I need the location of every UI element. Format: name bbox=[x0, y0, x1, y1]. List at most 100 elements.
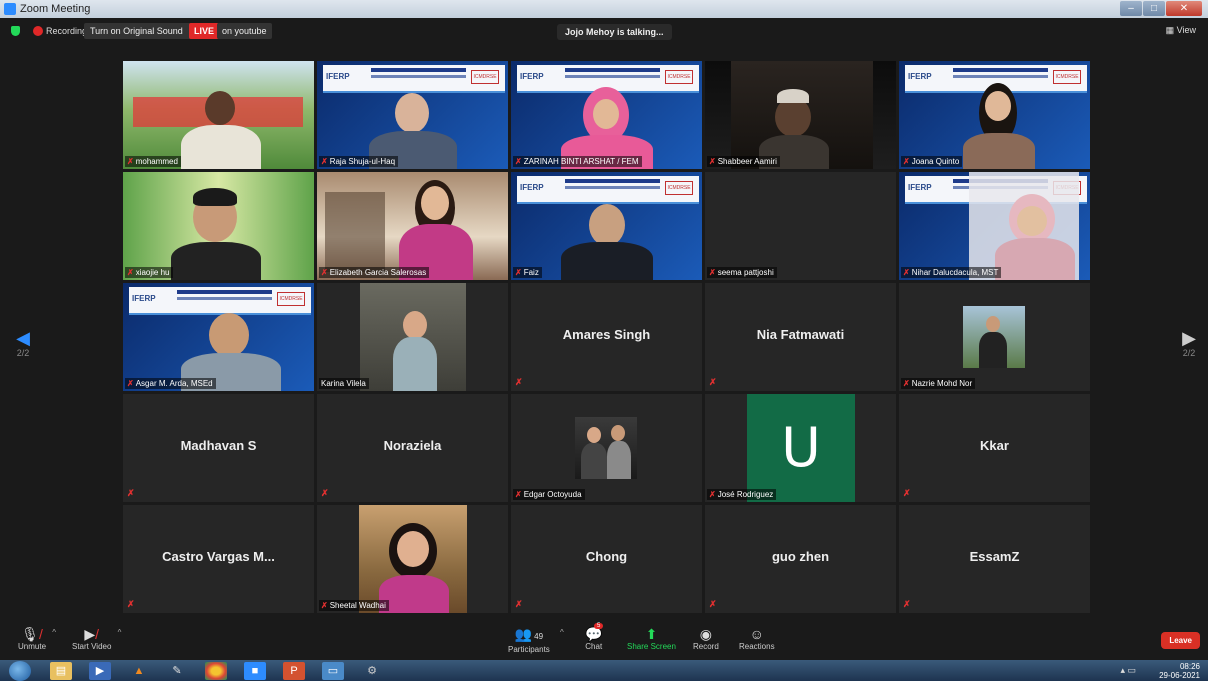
participant-name: ✗ seema pattjoshi bbox=[707, 267, 777, 278]
start-menu-icon[interactable] bbox=[9, 661, 31, 681]
participant-tile[interactable]: IFERP ICMDRSE ✗ Faiz bbox=[511, 172, 702, 280]
recording-label: Recording bbox=[46, 26, 88, 36]
muted-mic-icon: ✗ bbox=[127, 268, 134, 277]
chat-button[interactable]: 💬 5 Chat bbox=[585, 623, 604, 651]
muted-mic-icon: ✗ bbox=[321, 601, 328, 610]
system-clock[interactable]: 08:26 29-06-2021 bbox=[1159, 662, 1200, 680]
recording-icon bbox=[33, 26, 43, 36]
participant-tile[interactable]: IFERPICMDRSE ✗Nihar Dalucdacula, MST bbox=[899, 172, 1090, 280]
left-arrow-icon: ◀ bbox=[16, 328, 30, 348]
chrome-icon[interactable] bbox=[205, 662, 227, 680]
share-screen-button[interactable]: ⬆ Share Screen bbox=[627, 626, 676, 651]
profile-photo bbox=[317, 283, 508, 391]
participant-tile[interactable]: EssamZ ✗ bbox=[899, 505, 1090, 613]
view-button[interactable]: ▦ View bbox=[1166, 25, 1196, 36]
video-feed: IFERPICMDRSE bbox=[511, 61, 702, 169]
participant-name: ✗ xiaojie hu bbox=[125, 267, 173, 278]
participant-tile[interactable]: ✗ Nazrie Mohd Nor bbox=[899, 283, 1090, 391]
participant-tile[interactable]: guo zhen ✗ bbox=[705, 505, 896, 613]
participant-tile[interactable]: ✗ Edgar Octoyuda bbox=[511, 394, 702, 502]
video-feed: IFERPICMDRSE bbox=[899, 172, 1090, 280]
participant-name: ✗ Shabbeer Aamiri bbox=[707, 156, 780, 167]
reactions-button[interactable]: ☺ Reactions bbox=[739, 626, 775, 651]
minimize-button[interactable]: – bbox=[1120, 1, 1142, 16]
participant-name: ✗ Sheetal Wadhai bbox=[319, 600, 389, 611]
powerpoint-icon[interactable]: P bbox=[283, 662, 305, 680]
vlc-icon[interactable]: ▲ bbox=[128, 662, 150, 680]
participant-tile[interactable]: Madhavan S ✗ bbox=[123, 394, 314, 502]
clock-time: 08:26 bbox=[1179, 662, 1200, 671]
participant-tile[interactable]: Castro Vargas M... ✗ bbox=[123, 505, 314, 613]
video-feed bbox=[123, 61, 314, 169]
participant-name: ✗ Elizabeth Garcia Salerosas bbox=[319, 267, 430, 278]
clock-date: 29-06-2021 bbox=[1159, 671, 1200, 680]
participant-display-name: Nia Fatmawati bbox=[756, 327, 845, 342]
maximize-button[interactable]: □ bbox=[1143, 1, 1165, 16]
leave-button[interactable]: Leave bbox=[1161, 632, 1200, 649]
participants-button[interactable]: 👥 49 ^ Participants bbox=[508, 626, 564, 654]
participant-name: ✗ Raja Shuja-ul-Haq bbox=[319, 156, 399, 167]
participant-display-name: EssamZ bbox=[969, 549, 1020, 564]
video-feed: IFERPICMDRSE bbox=[317, 61, 508, 169]
participant-tile[interactable]: Chong ✗ bbox=[511, 505, 702, 613]
original-sound-button[interactable]: Turn on Original Sound▾ bbox=[84, 23, 204, 39]
muted-mic-icon: ✗ bbox=[709, 268, 716, 277]
chevron-up-icon[interactable]: ^ bbox=[560, 628, 564, 637]
zoom-taskbar-icon[interactable]: ■ bbox=[244, 662, 266, 680]
muted-mic-icon: ✗ bbox=[903, 599, 911, 609]
record-button[interactable]: ◉ Record bbox=[693, 626, 719, 651]
participant-tile[interactable]: Noraziela ✗ bbox=[317, 394, 508, 502]
tool-icon[interactable]: ⚙ bbox=[361, 662, 383, 680]
participant-tile[interactable]: IFERP ICMDRSE ✗ Joana Quinto bbox=[899, 61, 1090, 169]
security-shield-icon[interactable] bbox=[11, 26, 20, 36]
participants-label: Participants bbox=[508, 645, 550, 654]
participant-tile[interactable]: Amares Singh ✗ bbox=[511, 283, 702, 391]
muted-mic-icon: ✗ bbox=[321, 268, 328, 277]
participant-tile[interactable]: Karina Vilela bbox=[317, 283, 508, 391]
participant-tile[interactable]: IFERP ICMDRSE ✗ Raja Shuja-ul-Haq bbox=[317, 61, 508, 169]
participant-display-name: Madhavan S bbox=[180, 438, 257, 453]
live-destination[interactable]: on youtube bbox=[217, 23, 272, 39]
meeting-controls: 🎙/ ^ Unmute ▶/ ^ Start Video 👥 49 ^ Parti… bbox=[0, 620, 1208, 660]
reactions-label: Reactions bbox=[739, 642, 775, 651]
original-sound-label: Turn on Original Sound bbox=[90, 26, 183, 36]
start-video-button[interactable]: ▶/ ^ Start Video bbox=[72, 626, 121, 651]
participant-tile[interactable]: ✗ Shabbeer Aamiri bbox=[705, 61, 896, 169]
muted-mic-icon: ✗ bbox=[515, 268, 522, 277]
previous-page-button[interactable]: ◀ 2/2 bbox=[8, 328, 38, 358]
video-feed: IFERPICMDRSE bbox=[123, 283, 314, 391]
unmute-label: Unmute bbox=[18, 642, 47, 651]
participant-tile[interactable]: IFERP ICMDRSE ✗ Asgar M. Arda, MSEd bbox=[123, 283, 314, 391]
participant-tile[interactable]: IFERP ICMDRSE ✗ ZARINAH BINTI ARSHAT / FEM bbox=[511, 61, 702, 169]
right-arrow-icon: ▶ bbox=[1182, 328, 1196, 348]
chat-unread-badge: 5 bbox=[594, 623, 604, 629]
muted-mic-icon: 🎙/ bbox=[21, 626, 43, 642]
muted-mic-icon: ✗ bbox=[709, 490, 716, 499]
media-player-icon[interactable]: ▶ bbox=[89, 662, 111, 680]
participant-tile[interactable]: ✗ seema pattjoshi bbox=[705, 172, 896, 280]
chevron-up-icon[interactable]: ^ bbox=[118, 628, 122, 637]
video-feed bbox=[317, 172, 508, 280]
page-indicator-right: 2/2 bbox=[1182, 348, 1196, 358]
muted-mic-icon: ✗ bbox=[515, 377, 523, 387]
profile-photo bbox=[963, 306, 1025, 368]
unmute-button[interactable]: 🎙/ ^ Unmute bbox=[18, 626, 56, 651]
participant-name: ✗ José Rodriguez bbox=[707, 489, 777, 500]
participant-tile[interactable]: ✗ Elizabeth Garcia Salerosas bbox=[317, 172, 508, 280]
participant-tile[interactable]: ✗ Sheetal Wadhai bbox=[317, 505, 508, 613]
participant-tile[interactable]: Nia Fatmawati ✗ bbox=[705, 283, 896, 391]
participant-tile[interactable]: Kkar ✗ bbox=[899, 394, 1090, 502]
live-badge: LIVE bbox=[189, 23, 220, 39]
next-page-button[interactable]: ▶ 2/2 bbox=[1174, 328, 1204, 358]
tray-icons[interactable]: ▴ ▭ bbox=[1120, 665, 1136, 676]
window-icon[interactable]: ▭ bbox=[322, 662, 344, 680]
file-explorer-icon[interactable]: ▤ bbox=[50, 662, 72, 680]
close-button[interactable]: ✕ bbox=[1166, 1, 1202, 16]
participant-display-name: Chong bbox=[585, 549, 628, 564]
participant-tile[interactable]: U ✗ José Rodriguez bbox=[705, 394, 896, 502]
chevron-up-icon[interactable]: ^ bbox=[52, 628, 56, 637]
participant-tile[interactable]: ✗ xiaojie hu bbox=[123, 172, 314, 280]
muted-mic-icon: ✗ bbox=[709, 157, 716, 166]
app-icon[interactable]: ✎ bbox=[166, 662, 188, 680]
participant-tile[interactable]: ✗ mohammed bbox=[123, 61, 314, 169]
